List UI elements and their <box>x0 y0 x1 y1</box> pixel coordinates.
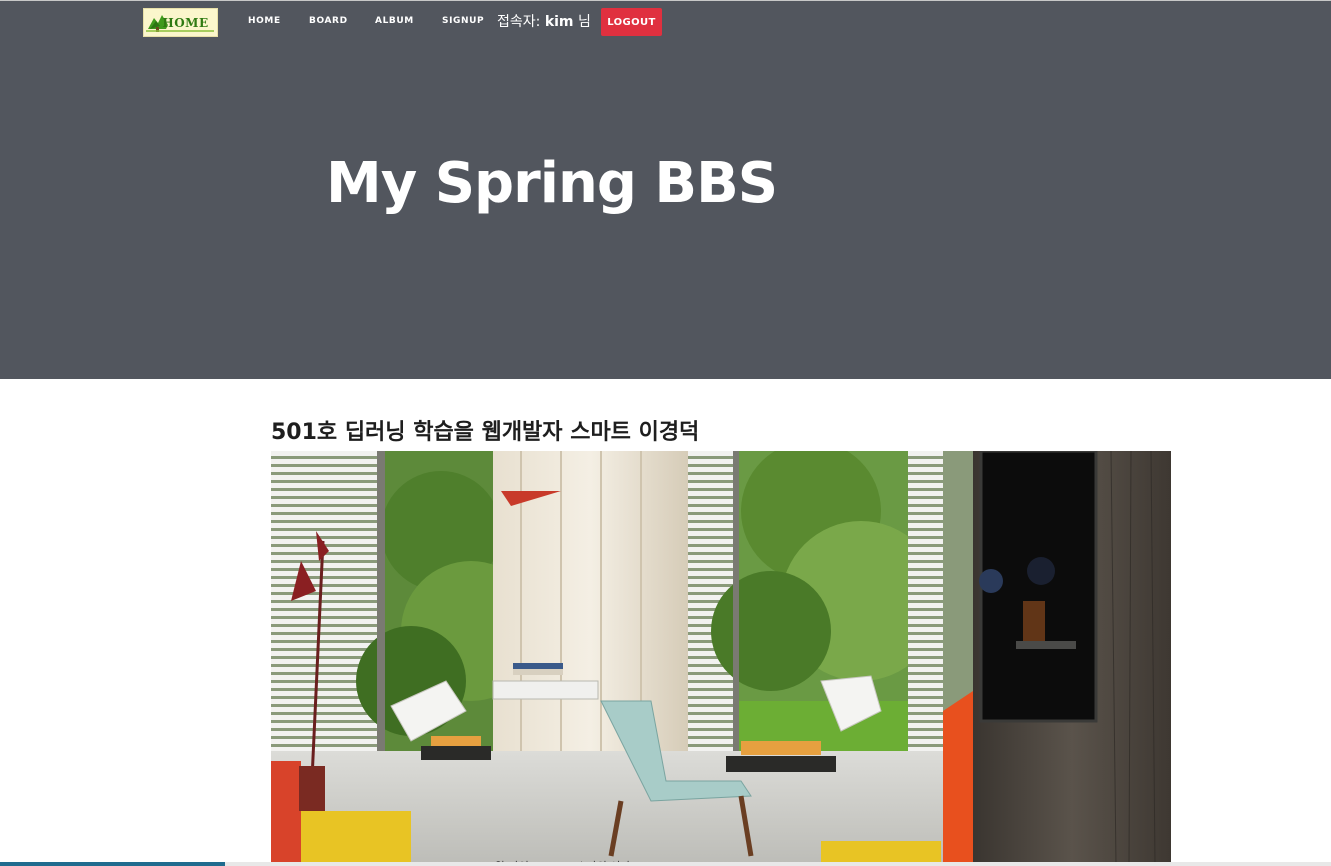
nav-link-signup[interactable]: SIGNUP <box>442 16 484 26</box>
nav-link-home[interactable]: HOME <box>248 16 281 26</box>
page-title: My Spring BBS <box>326 151 778 216</box>
post-title: 501호 딥러닝 학습을 웹개발자 스마트 이경덕 <box>271 420 700 445</box>
user-info: 접속자: kim 님 <box>497 11 591 31</box>
home-logo[interactable]: HOME <box>143 8 218 37</box>
user-suffix: 님 <box>573 14 591 30</box>
post-image <box>271 451 1171 863</box>
user-name: kim <box>544 14 574 30</box>
page: HOME HOME BOARD ALBUM SIGNUP 접속자: kim 님 … <box>0 0 1331 866</box>
hero-header: HOME HOME BOARD ALBUM SIGNUP 접속자: kim 님 … <box>0 0 1331 379</box>
logout-button[interactable]: LOGOUT <box>601 8 662 36</box>
scrollbar-thumb[interactable] <box>0 862 225 866</box>
user-prefix: 접속자: <box>497 14 545 30</box>
navbar: HOME HOME BOARD ALBUM SIGNUP 접속자: kim 님 … <box>0 1 1331 41</box>
nav-link-album[interactable]: ALBUM <box>375 16 414 26</box>
logo-text: HOME <box>162 15 209 30</box>
nav-link-board[interactable]: BOARD <box>309 16 348 26</box>
horizontal-scrollbar[interactable] <box>0 862 1331 866</box>
interior-photo <box>271 451 1171 863</box>
